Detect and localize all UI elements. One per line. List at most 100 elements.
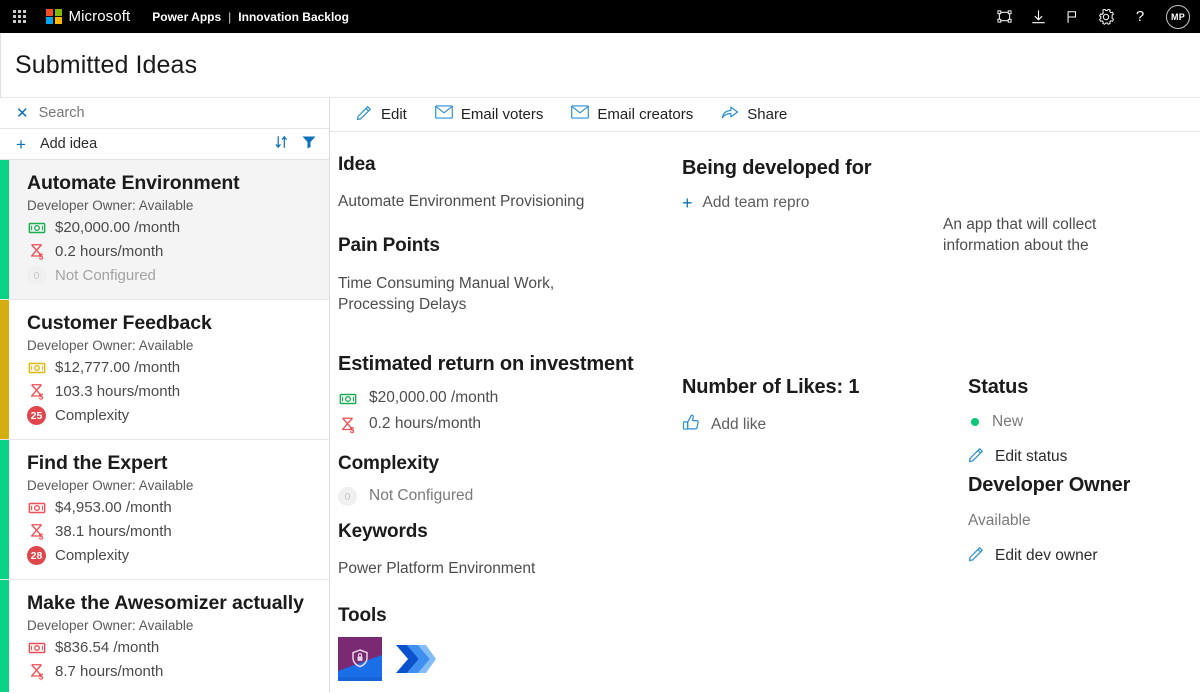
developer-owner-section: Developer Owner Available Edit dev owner <box>968 474 1130 567</box>
complexity-badge: 28 <box>27 546 46 565</box>
search-input[interactable]: Search <box>39 105 85 121</box>
pain-points-value: Time Consuming Manual Work, Processing D… <box>338 274 628 316</box>
idea-card-hours: 38.1 hours/month <box>55 523 172 540</box>
money-icon <box>27 638 46 657</box>
plus-icon[interactable]: + <box>16 136 26 153</box>
email-voters-command[interactable]: Email voters <box>421 98 558 132</box>
idea-card-hours: 103.3 hours/month <box>55 383 180 400</box>
power-automate-icon[interactable] <box>392 637 436 681</box>
idea-card-title: Find the Expert <box>27 452 319 475</box>
complexity-badge: 0 <box>338 487 357 506</box>
roi-cost: $20,000.00 /month <box>369 389 498 408</box>
flag-icon[interactable] <box>1062 7 1082 27</box>
thumbs-up-icon <box>682 413 701 437</box>
idea-card-title: Customer Feedback <box>27 312 319 335</box>
svg-text:$: $ <box>38 253 43 261</box>
suite-bar: Microsoft Power Apps | Innovation Backlo… <box>0 0 1200 33</box>
idea-card-complexity: Not Configured <box>55 267 156 284</box>
idea-card-cost: $4,953.00 /month <box>55 499 172 516</box>
hourglass-money-icon: $ <box>27 242 46 261</box>
add-idea-button[interactable]: Add idea <box>40 136 97 152</box>
keywords-heading: Keywords <box>338 521 535 543</box>
tools-section: Tools <box>338 605 436 681</box>
gear-icon[interactable] <box>1096 7 1116 27</box>
add-like-button[interactable]: Add like <box>682 413 859 437</box>
plus-icon: + <box>682 194 693 212</box>
download-icon[interactable] <box>1028 7 1048 27</box>
status-section: Status New Edit status <box>968 376 1067 468</box>
being-developed-for-section: Being developed for + Add team repro <box>682 157 871 212</box>
status-dot <box>971 418 979 426</box>
money-icon <box>27 498 46 517</box>
developer-owner-heading: Developer Owner <box>968 474 1130 497</box>
idea-card[interactable]: Automate EnvironmentDeveloper Owner: Ava… <box>0 160 329 300</box>
hourglass-money-icon: $ <box>338 415 357 434</box>
page-header: Submitted Ideas <box>0 33 1200 98</box>
developer-owner-value: Available <box>968 512 1130 531</box>
help-icon[interactable]: ? <box>1130 7 1150 27</box>
roi-section: Estimated return on investment $20,000.0… <box>338 353 668 434</box>
idea-card-title: Make the Awesomizer actually <box>27 592 319 615</box>
share-command[interactable]: Share <box>707 98 801 132</box>
microsoft-wordmark: Microsoft <box>69 8 131 25</box>
page-title: Submitted Ideas <box>15 51 197 80</box>
idea-card[interactable]: Customer FeedbackDeveloper Owner: Availa… <box>0 300 329 440</box>
idea-value: Automate Environment Provisioning <box>338 193 584 212</box>
search-row[interactable]: ✕ Search <box>0 98 329 129</box>
idea-card-complexity: Complexity <box>55 547 129 564</box>
ideas-gallery[interactable]: Automate EnvironmentDeveloper Owner: Ava… <box>0 160 329 692</box>
suite-bar-actions: ? MP <box>994 5 1190 29</box>
idea-card-accent <box>0 160 9 299</box>
add-team-repro-button[interactable]: + Add team repro <box>682 194 871 212</box>
environment-name[interactable]: Innovation Backlog <box>238 10 349 24</box>
microsoft-squares-icon <box>46 9 62 25</box>
idea-card-cost-row: $836.54 /month <box>27 638 319 657</box>
app-name[interactable]: Power Apps <box>152 10 221 24</box>
idea-card-cost: $20,000.00 /month <box>55 219 180 236</box>
money-icon <box>27 218 46 237</box>
edit-status-button[interactable]: Edit status <box>968 446 1067 468</box>
idea-card-body: Make the Awesomizer actually Developer Ow… <box>9 580 329 692</box>
idea-card[interactable]: Find the ExpertDeveloper Owner: Availabl… <box>0 440 329 580</box>
status-value: New <box>992 413 1023 432</box>
filter-icon[interactable] <box>301 134 317 155</box>
sort-icon[interactable] <box>274 134 289 155</box>
likes-heading: Number of Likes: 1 <box>682 376 859 399</box>
edit-dev-owner-button[interactable]: Edit dev owner <box>968 545 1130 567</box>
idea-card-hours-row: $8.7 hours/month <box>27 662 319 681</box>
edit-command[interactable]: Edit <box>342 98 421 132</box>
idea-card-complexity-row: 25Complexity <box>27 406 319 425</box>
app-body: ✕ Search + Add idea Automate Environment… <box>0 98 1200 692</box>
complexity-badge: 0 <box>27 266 46 285</box>
idea-card-owner: Developer Owner: Available <box>27 618 319 633</box>
ideas-list-panel: ✕ Search + Add idea Automate Environment… <box>0 98 330 692</box>
list-tools <box>274 134 317 155</box>
svg-text:$: $ <box>38 533 43 541</box>
idea-card-hours: 8.7 hours/month <box>55 663 163 680</box>
avatar[interactable]: MP <box>1166 5 1190 29</box>
microsoft-logo[interactable]: Microsoft <box>46 8 130 25</box>
complexity-heading: Complexity <box>338 453 473 475</box>
idea-card-accent <box>0 440 9 579</box>
idea-card-complexity-row: 0 Not Configured <box>27 266 319 285</box>
email-creators-command[interactable]: Email creators <box>557 98 707 132</box>
complexity-badge: 25 <box>27 406 46 425</box>
command-label: Share <box>747 106 787 123</box>
description-section: An app that will collect information abo… <box>943 215 1173 257</box>
app-launcher-icon[interactable] <box>6 5 32 29</box>
keywords-value: Power Platform Environment <box>338 560 535 579</box>
close-icon[interactable]: ✕ <box>16 106 29 121</box>
idea-card-complexity-row: 28 Complexity <box>27 546 319 565</box>
power-platform-admin-icon[interactable] <box>338 637 382 681</box>
idea-card-body: Customer FeedbackDeveloper Owner: Availa… <box>9 300 329 439</box>
idea-section: Idea Automate Environment Provisioning <box>338 154 584 212</box>
idea-card-hours-row: $103.3 hours/month <box>27 382 319 401</box>
command-label: Email creators <box>597 106 693 123</box>
idea-card[interactable]: Make the Awesomizer actually Developer Ow… <box>0 580 329 692</box>
idea-card-hours: 0.2 hours/month <box>55 243 163 260</box>
tools-heading: Tools <box>338 605 436 627</box>
money-icon <box>338 389 357 408</box>
app-breadcrumb: Power Apps | Innovation Backlog <box>152 10 349 24</box>
likes-section: Number of Likes: 1 Add like <box>682 376 859 437</box>
frame-icon[interactable] <box>994 7 1014 27</box>
